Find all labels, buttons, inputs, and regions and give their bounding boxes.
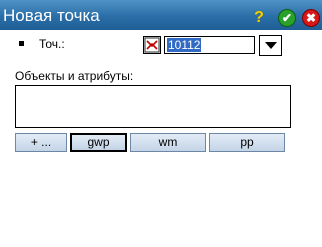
close-icon: ✖: [305, 11, 317, 25]
attributes-label: Объекты и атрибуты:: [15, 69, 134, 83]
code-button-row: + ... gwp wm pp: [15, 133, 285, 153]
window-title: Новая точка: [3, 6, 100, 25]
code-button-pp[interactable]: pp: [209, 133, 285, 152]
point-type-icon: [144, 37, 160, 53]
add-code-button[interactable]: + ...: [15, 133, 67, 152]
attributes-field[interactable]: [15, 85, 291, 128]
point-name-input[interactable]: 10112: [164, 36, 255, 54]
question-icon[interactable]: ?: [250, 9, 268, 27]
point-type-button[interactable]: [143, 36, 161, 54]
point-label: Точ.:: [39, 37, 65, 51]
chevron-down-icon: [264, 42, 277, 49]
check-icon: ✔: [281, 11, 293, 25]
code-button-wm[interactable]: wm: [130, 133, 206, 152]
code-button-gwp[interactable]: gwp: [70, 133, 127, 152]
bullet-icon: [19, 41, 24, 46]
ok-button[interactable]: ✔: [278, 9, 296, 27]
title-bar: Новая точка ? ✔ ✖: [0, 0, 322, 30]
close-button[interactable]: ✖: [302, 9, 320, 27]
point-name-value: 10112: [167, 38, 202, 52]
point-dropdown-button[interactable]: [259, 35, 282, 56]
